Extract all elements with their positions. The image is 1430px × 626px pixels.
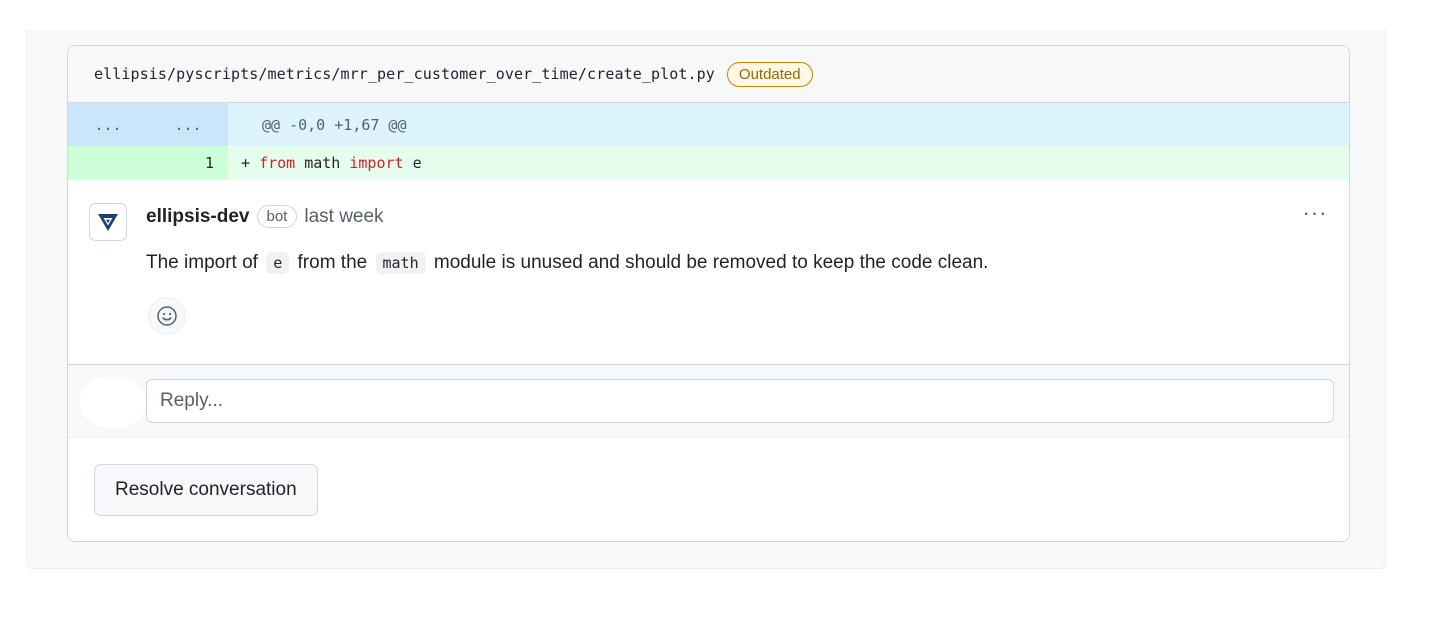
hunk-header-text: @@ -0,0 +1,67 @@ [262,115,407,134]
avatar[interactable] [89,203,127,241]
hunk-expand-new[interactable]: ... [148,116,228,134]
diff-hunk-header: ... ... @@ -0,0 +1,67 @@ [68,103,1349,146]
comment-options-button[interactable]: ··· [1297,198,1333,228]
comment-header: ellipsis-dev bot last week [146,205,384,228]
inline-code: math [375,252,426,274]
thread-actions: Resolve conversation [68,438,1349,541]
comment: ellipsis-dev bot last week ··· The impor… [68,180,1349,365]
file-path[interactable]: ellipsis/pyscripts/metrics/mrr_per_custo… [94,65,715,83]
comment-text: The import of [146,252,264,273]
comment-body: The import of e from the math module is … [146,252,988,274]
reply-input[interactable] [146,379,1334,423]
reply-avatar-placeholder [80,377,146,427]
ellipsis-logo-icon [98,214,118,231]
add-reaction-button[interactable] [148,297,186,335]
reply-area [68,365,1349,438]
code-token: e [403,154,422,172]
comment-text: module is unused and should be removed t… [428,252,989,273]
comment-text: from the [292,252,373,273]
line-number-gutter: 1 [68,146,228,180]
comment-author[interactable]: ellipsis-dev [146,206,250,228]
file-header: ellipsis/pyscripts/metrics/mrr_per_custo… [68,46,1349,103]
code-token-keyword: from [259,154,296,172]
comment-timestamp[interactable]: last week [304,206,383,228]
inline-code: e [266,252,290,274]
review-comment-card: ellipsis/pyscripts/metrics/mrr_per_custo… [67,45,1350,542]
new-line-number[interactable]: 1 [148,154,214,172]
hunk-gutter[interactable]: ... ... [68,103,228,146]
hunk-expand-old[interactable]: ... [68,116,148,134]
bot-badge: bot [256,205,298,228]
code-token-keyword: import [349,154,404,172]
smiley-icon [157,306,177,326]
outdated-badge: Outdated [726,61,813,87]
diff-addition-line: 1 + from math import e [68,146,1349,180]
code-token: math [295,154,350,172]
code-line: + from math import e [228,154,422,172]
diff-sign: + [241,154,251,172]
resolve-conversation-button[interactable]: Resolve conversation [94,464,318,516]
